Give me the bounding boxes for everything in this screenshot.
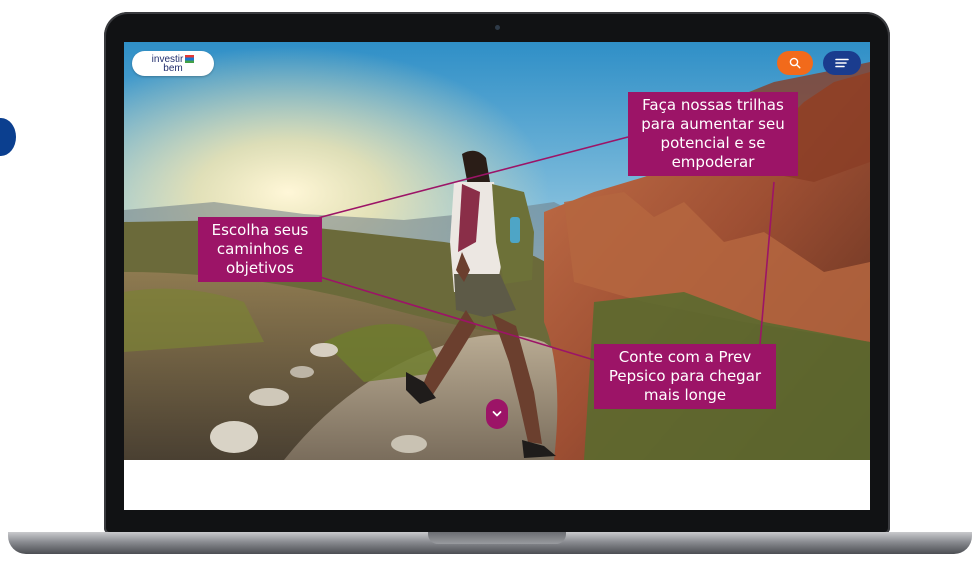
decorative-blue-dot — [0, 118, 16, 156]
callout-line: mais longe — [643, 386, 727, 404]
laptop-screen: investir bem Faça nossas trilhas para au… — [124, 42, 870, 510]
chevron-down-icon — [492, 411, 502, 417]
menu-button[interactable] — [823, 51, 861, 75]
webcam-dot — [495, 25, 500, 30]
logo-text: investir bem — [152, 54, 195, 74]
logo-mark-icon — [185, 54, 195, 63]
callout-line: Pepsico para chegar — [608, 367, 762, 385]
callout-trilhas: Faça nossas trilhas para aumentar seu po… — [628, 92, 798, 176]
callout-prev-pepsico: Conte com a Prev Pepsico para chegar mai… — [594, 344, 776, 409]
callout-line: objetivos — [225, 259, 294, 277]
laptop-base-notch — [428, 532, 566, 544]
callout-line: empoderar — [671, 153, 755, 171]
callout-line: Escolha seus — [211, 221, 309, 239]
menu-icon — [835, 58, 849, 68]
search-button[interactable] — [777, 51, 813, 75]
page-content-area — [124, 460, 870, 510]
search-icon — [789, 57, 801, 69]
callout-line: caminhos e — [216, 240, 304, 258]
logo-line-2: bem — [163, 62, 183, 74]
callout-line: para aumentar seu — [641, 115, 785, 133]
callout-line: potencial e se — [660, 134, 766, 152]
callout-caminhos: Escolha seus caminhos e objetivos — [198, 217, 322, 282]
investir-bem-logo[interactable]: investir bem — [132, 51, 214, 76]
scroll-down-button[interactable] — [486, 399, 508, 429]
callout-line: Faça nossas trilhas — [642, 96, 784, 114]
callout-line: Conte com a Prev — [618, 348, 752, 366]
